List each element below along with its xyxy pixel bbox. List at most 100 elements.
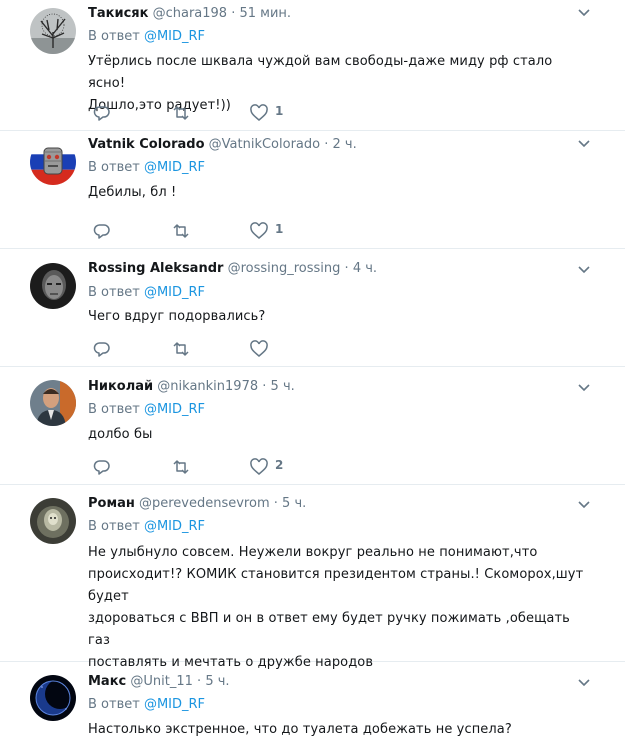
tweet[interactable]: Такисяк @chara198 · 51 мин. В ответ @MID… (0, 0, 625, 131)
reply-icon (93, 106, 110, 121)
reply-label: В ответ (88, 519, 140, 534)
username[interactable]: @nikankin1978 (157, 379, 258, 394)
tweet[interactable]: Vatnik Colorado @VatnikColorado · 2 ч. В… (0, 131, 625, 249)
display-name[interactable]: Макс (88, 674, 126, 689)
display-name[interactable]: Vatnik Colorado (88, 137, 205, 152)
timestamp[interactable]: 51 мин. (240, 6, 292, 21)
retweet-icon (173, 106, 189, 120)
reply-label: В ответ (88, 697, 140, 712)
tweet-text: Дебилы, бл ! (88, 185, 177, 200)
tweet-header: Роман @perevedensevrom · 5 ч. (88, 495, 575, 513)
mention-link[interactable]: @MID_RF (144, 402, 205, 417)
tweet-header: Макс @Unit_11 · 5 ч. (88, 673, 575, 691)
username[interactable]: @rossing_rossing (228, 261, 341, 276)
hedgehog-fog-avatar-icon (30, 498, 76, 544)
like-count: 1 (275, 104, 284, 118)
reply-button[interactable] (92, 103, 112, 123)
like-count: 2 (275, 458, 284, 472)
display-name[interactable]: Rossing Aleksandr (88, 261, 223, 276)
portrait-avatar-icon (30, 263, 76, 309)
mention-link[interactable]: @MID_RF (144, 160, 205, 175)
reply-context: В ответ @MID_RF (88, 401, 205, 419)
reply-button[interactable] (92, 221, 112, 241)
separator-dot: · (197, 674, 202, 689)
reply-icon (93, 460, 110, 475)
chevron-down-icon[interactable] (577, 8, 591, 18)
chevron-down-icon[interactable] (577, 139, 591, 149)
reply-context: В ответ @MID_RF (88, 159, 205, 177)
tweet-text: Настолько экстренное, что до туалета доб… (88, 722, 512, 737)
retweet-button[interactable] (170, 339, 192, 359)
reply-context: В ответ @MID_RF (88, 696, 205, 714)
username[interactable]: @VatnikColorado (209, 137, 320, 152)
retweet-button[interactable] (170, 103, 192, 123)
tweet-header: Vatnik Colorado @VatnikColorado · 2 ч. (88, 136, 575, 154)
like-button[interactable]: 2 (249, 457, 283, 477)
reply-feed: Такисяк @chara198 · 51 мин. В ответ @MID… (0, 0, 625, 747)
person-photo-avatar-icon (30, 380, 76, 426)
reply-icon (93, 342, 110, 357)
chevron-down-icon[interactable] (577, 265, 591, 275)
display-name[interactable]: Такисяк (88, 6, 148, 21)
retweet-icon (173, 224, 189, 238)
timestamp[interactable]: 4 ч. (353, 261, 377, 276)
heart-icon (250, 222, 268, 239)
avatar[interactable] (30, 139, 76, 185)
like-button[interactable] (249, 339, 269, 359)
reply-button[interactable] (92, 457, 112, 477)
heart-icon (250, 458, 268, 475)
retweet-button[interactable] (170, 457, 192, 477)
separator-dot: · (344, 261, 349, 276)
reply-label: В ответ (88, 29, 140, 44)
username[interactable]: @chara198 (153, 6, 227, 21)
retweet-icon (173, 342, 189, 356)
tweet-text: Чего вдруг подорвались? (88, 309, 266, 324)
timestamp[interactable]: 5 ч. (271, 379, 295, 394)
chevron-down-icon[interactable] (577, 500, 591, 510)
separator-dot: · (273, 496, 278, 511)
reply-label: В ответ (88, 402, 140, 417)
timestamp[interactable]: 5 ч. (282, 496, 306, 511)
like-button[interactable]: 1 (249, 221, 283, 241)
timestamp[interactable]: 5 ч. (205, 674, 229, 689)
tweet[interactable]: Роман @perevedensevrom · 5 ч. В ответ @M… (0, 485, 625, 670)
reply-button[interactable] (92, 339, 112, 359)
separator-dot: · (231, 6, 236, 21)
chevron-down-icon[interactable] (577, 383, 591, 393)
heart-icon (250, 340, 268, 357)
moon-avatar-icon (30, 675, 76, 721)
avatar[interactable] (30, 498, 76, 544)
tweet[interactable]: Rossing Aleksandr @rossing_rossing · 4 ч… (0, 249, 625, 367)
mention-link[interactable]: @MID_RF (144, 519, 205, 534)
avatar[interactable] (30, 263, 76, 309)
tweet[interactable]: Макс @Unit_11 · 5 ч. В ответ @MID_RF Нас… (0, 662, 625, 747)
avatar[interactable] (30, 380, 76, 426)
retweet-button[interactable] (170, 221, 192, 241)
vatnik-flag-avatar-icon (30, 139, 76, 185)
username[interactable]: @Unit_11 (130, 674, 193, 689)
username[interactable]: @perevedensevrom (139, 496, 270, 511)
tweet-text: Утёрлись после шквала чуждой вам свободы… (88, 54, 553, 113)
tweet-header: Rossing Aleksandr @rossing_rossing · 4 ч… (88, 260, 575, 278)
separator-dot: · (262, 379, 267, 394)
tweet-header: Такисяк @chara198 · 51 мин. (88, 5, 575, 23)
reply-label: В ответ (88, 285, 140, 300)
display-name[interactable]: Роман (88, 496, 135, 511)
display-name[interactable]: Николай (88, 379, 153, 394)
heart-icon (250, 104, 268, 121)
reply-context: В ответ @MID_RF (88, 28, 205, 46)
avatar[interactable] (30, 675, 76, 721)
reply-label: В ответ (88, 160, 140, 175)
retweet-icon (173, 460, 189, 474)
mention-link[interactable]: @MID_RF (144, 29, 205, 44)
tweet[interactable]: Николай @nikankin1978 · 5 ч. В ответ @MI… (0, 367, 625, 485)
tweet-header: Николай @nikankin1978 · 5 ч. (88, 378, 575, 396)
chevron-down-icon[interactable] (577, 678, 591, 688)
mention-link[interactable]: @MID_RF (144, 697, 205, 712)
tweet-text: Не улыбнуло совсем. Неужели вокруг реаль… (88, 545, 584, 670)
separator-dot: · (324, 137, 329, 152)
mention-link[interactable]: @MID_RF (144, 285, 205, 300)
avatar[interactable] (30, 8, 76, 54)
timestamp[interactable]: 2 ч. (333, 137, 357, 152)
like-button[interactable]: 1 (249, 103, 283, 123)
